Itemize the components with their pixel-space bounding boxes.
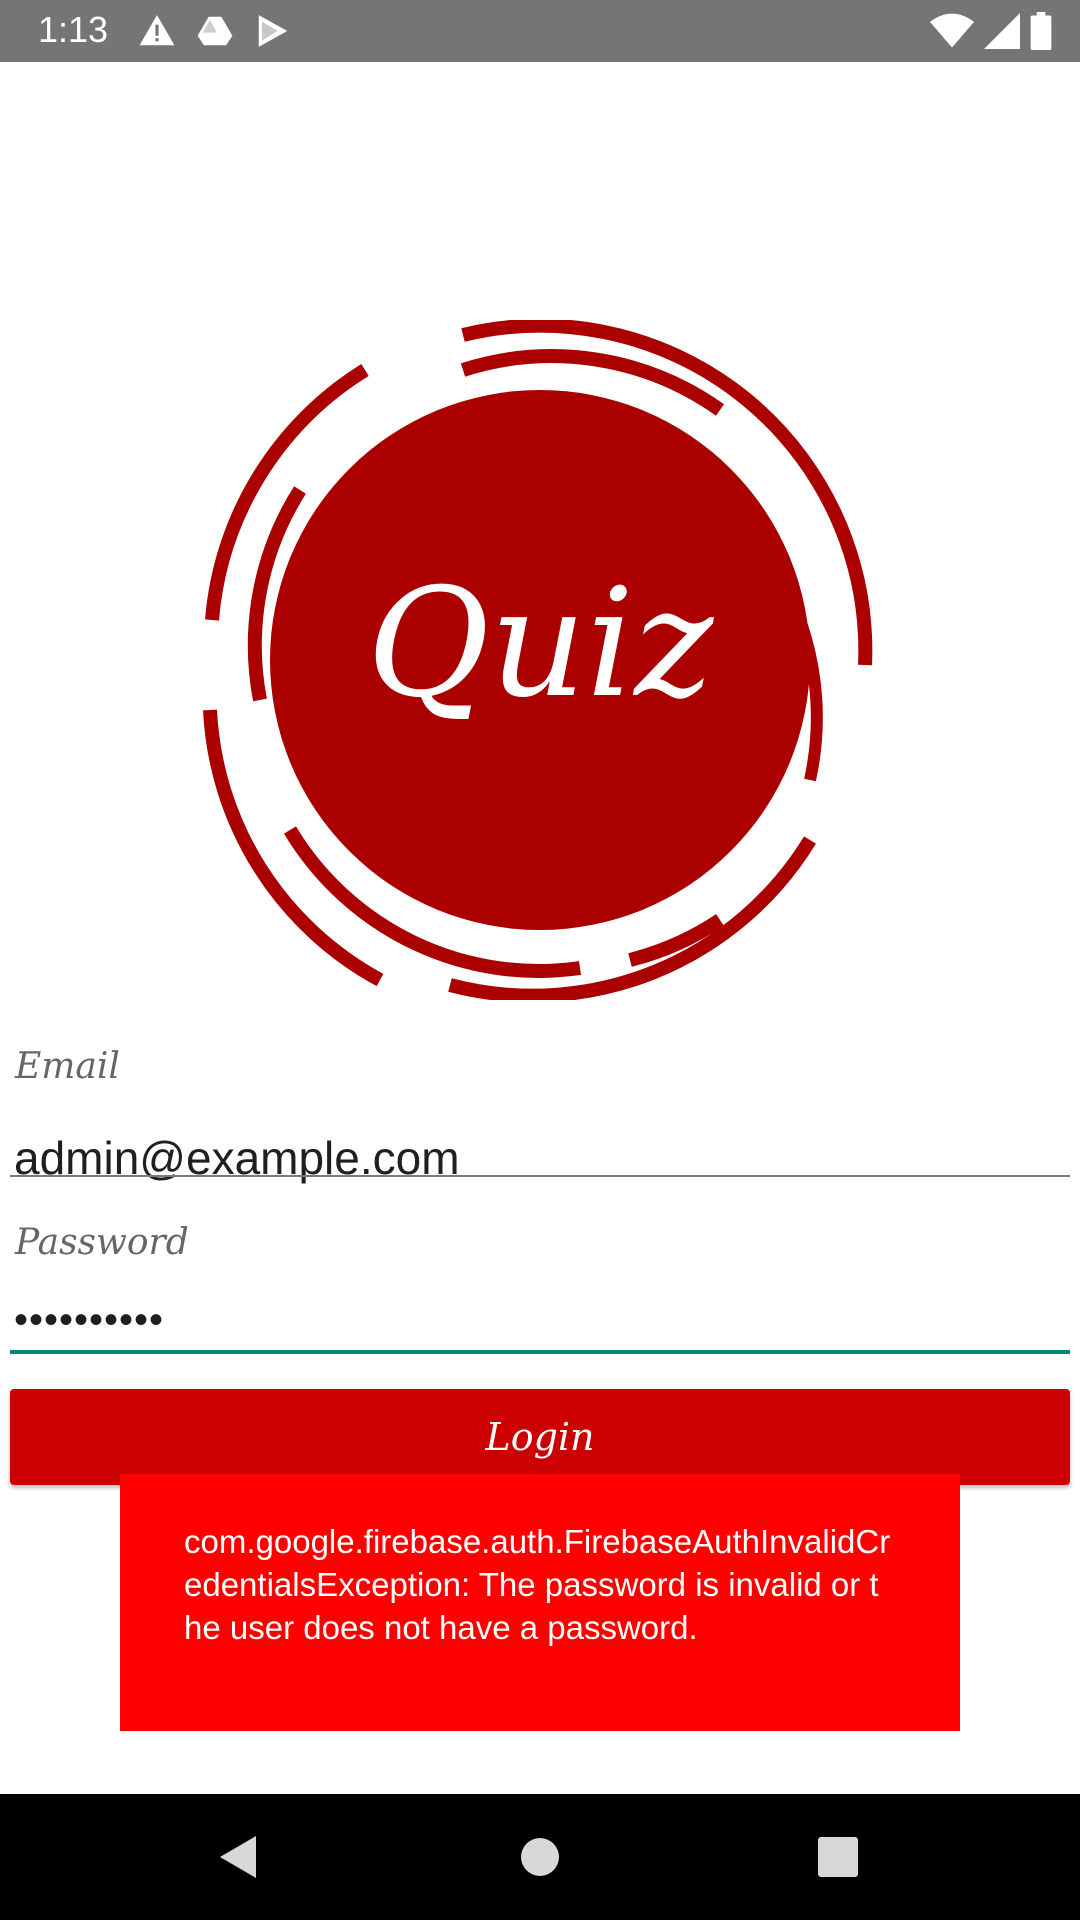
quiz-logo: Quiz — [203, 320, 873, 1000]
back-button[interactable] — [178, 1794, 298, 1920]
battery-icon — [1030, 12, 1052, 50]
email-underline — [10, 1175, 1070, 1177]
login-button[interactable]: Login — [10, 1389, 1070, 1485]
back-icon — [220, 1836, 256, 1878]
status-bar: 1:13 — [0, 0, 1080, 62]
navigation-bar — [0, 1794, 1080, 1920]
logo-text: Quiz — [367, 557, 715, 731]
error-toast: com.google.firebase.auth.FirebaseAuthInv… — [120, 1474, 960, 1731]
play-store-icon — [258, 15, 288, 47]
recents-button[interactable] — [778, 1794, 898, 1920]
home-button[interactable] — [480, 1794, 600, 1920]
recents-icon — [818, 1837, 858, 1877]
home-icon — [521, 1838, 559, 1876]
wifi-icon — [930, 13, 974, 48]
status-time: 1:13 — [38, 9, 109, 50]
warning-icon — [139, 15, 175, 46]
drive-icon — [197, 16, 233, 46]
password-label: Password — [15, 1222, 189, 1263]
system-icons — [930, 12, 1052, 50]
notification-icons — [138, 12, 292, 50]
email-field[interactable] — [10, 1128, 1078, 1188]
email-label: Email — [15, 1046, 120, 1087]
password-underline — [10, 1350, 1070, 1354]
password-field[interactable]: •••••••••• — [10, 1298, 1078, 1348]
signal-icon — [984, 13, 1020, 49]
toast-message: com.google.firebase.auth.FirebaseAuthInv… — [184, 1523, 891, 1646]
